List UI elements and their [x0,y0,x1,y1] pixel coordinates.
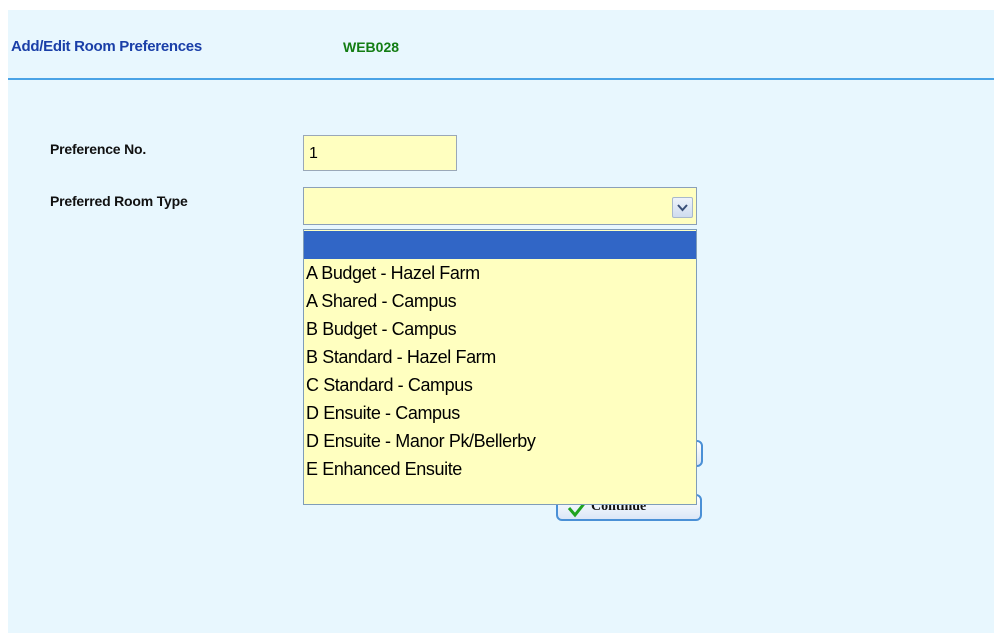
preference-no-label: Preference No. [50,141,147,157]
room-type-label: Preferred Room Type [50,193,188,209]
page-title: Add/Edit Room Preferences [11,38,202,55]
dropdown-arrow-button[interactable] [672,197,693,218]
room-type-option-highlighted[interactable] [304,231,696,259]
room-type-options: A Budget - Hazel Farm A Shared - Campus B … [304,230,696,483]
room-type-dropdown-list[interactable]: A Budget - Hazel Farm A Shared - Campus B … [303,229,697,505]
room-type-option[interactable]: A Shared - Campus [304,287,696,315]
room-type-option[interactable]: B Standard - Hazel Farm [304,343,696,371]
preference-no-input[interactable]: 1 [303,135,457,171]
room-type-select[interactable] [303,187,697,225]
header-divider [8,78,994,80]
content-panel: Add/Edit Room Preferences WEB028 Prefere… [8,10,994,633]
room-type-option[interactable]: B Budget - Campus [304,315,696,343]
room-type-option[interactable]: A Budget - Hazel Farm [304,259,696,287]
room-type-option[interactable]: D Ensuite - Manor Pk/Bellerby [304,427,696,455]
room-type-option[interactable]: D Ensuite - Campus [304,399,696,427]
room-type-option[interactable]: C Standard - Campus [304,371,696,399]
chevron-down-icon [677,204,688,212]
page-code: WEB028 [343,39,400,55]
room-type-option[interactable]: E Enhanced Ensuite [304,455,696,483]
